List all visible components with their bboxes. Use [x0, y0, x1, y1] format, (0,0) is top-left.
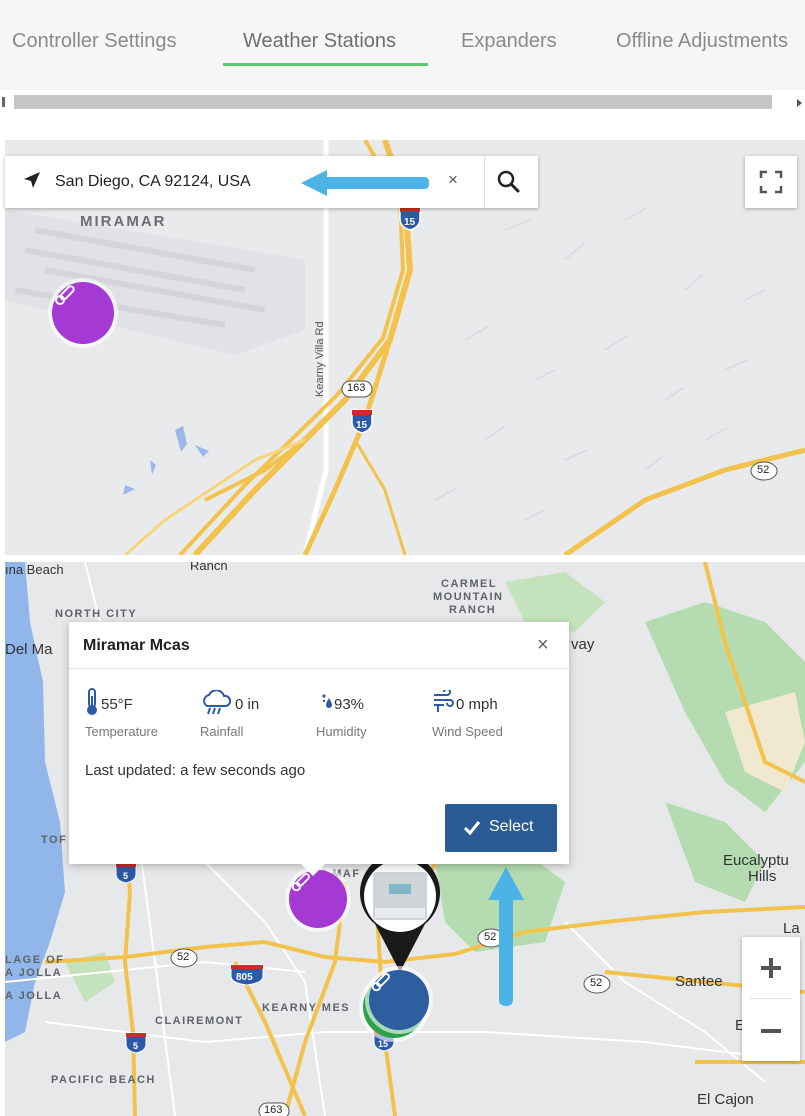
location-search-input[interactable]: San Diego, CA 92124, USA	[55, 173, 251, 191]
shield-5-top-label: 5	[123, 871, 129, 881]
map-label-la-right: La	[783, 920, 800, 937]
scrollbar-thumb[interactable]	[14, 95, 772, 109]
thermometer-icon	[371, 973, 390, 992]
zoom-in-button[interactable]	[742, 937, 800, 999]
map-label-kearny-mesa: KEARNY MES	[262, 1002, 351, 1014]
map-label-clairemont: CLAIREMONT	[155, 1015, 244, 1027]
weather-station-info-popup: Miramar Mcas × 55°F Temperature 0 in Rai…	[69, 622, 569, 864]
shield-805-label: 805	[236, 972, 253, 983]
weather-station-marker-selected[interactable]	[369, 970, 429, 1030]
map-label-el-cajon: El Cajon	[697, 1091, 754, 1108]
fullscreen-button[interactable]	[745, 156, 797, 208]
weather-station-marker[interactable]	[52, 282, 114, 344]
tab-weather-stations[interactable]: Weather Stations	[243, 30, 396, 53]
shield-15-label: 15	[404, 217, 416, 228]
plus-icon	[761, 958, 781, 978]
wind-speed-label: Wind Speed	[432, 724, 503, 739]
map-label-village-la-jolla: A JOLLA	[5, 967, 63, 979]
shield-163-label: 163	[347, 382, 366, 394]
shield-5-bottom-label: 5	[133, 1041, 139, 1051]
select-button-label: Select	[489, 818, 534, 835]
map-label-pacific-beach: PACIFIC BEACH	[51, 1074, 156, 1086]
map-label-kearny-villa-rd: Kearny Villa Rd	[314, 321, 326, 397]
map-label-eucalyptus: Eucalyptu	[723, 852, 789, 869]
zoom-controls	[742, 937, 800, 1061]
shield-15-label-2: 15	[356, 420, 368, 431]
map-label-del-mar: Del Ma	[5, 641, 53, 658]
shield-52-label: 52	[757, 464, 770, 476]
temperature-label: Temperature	[85, 724, 158, 739]
select-station-button[interactable]: Select	[445, 804, 557, 852]
wind-speed-value: 0 mph	[456, 696, 498, 713]
map-label-solana-beach: ına Beach	[5, 562, 64, 577]
location-search-box: San Diego, CA 92124, USA ×	[5, 156, 538, 208]
location-arrow-icon[interactable]	[23, 171, 41, 189]
map-label-la-jolla: A JOLLA	[5, 990, 63, 1002]
search-divider	[484, 156, 485, 208]
map-label-ranch: RANCH	[449, 604, 497, 616]
close-popup-button[interactable]: ×	[537, 634, 549, 657]
rain-cloud-icon	[203, 690, 232, 715]
humidity-value: 93%	[334, 696, 365, 713]
map-label-carmel: CARMEL	[441, 578, 498, 590]
shield-163-bottom-label: 163	[264, 1104, 283, 1116]
scroll-left-arrow-icon[interactable]	[2, 97, 5, 107]
popup-tail	[301, 864, 325, 876]
tab-expanders[interactable]: Expanders	[461, 30, 557, 53]
tab-controller-settings[interactable]: Controller Settings	[12, 30, 177, 53]
map-label-santee: Santee	[675, 973, 723, 990]
search-icon[interactable]	[495, 168, 521, 194]
shield-15-bottom-label: 15	[378, 1039, 389, 1049]
annotation-arrow-left	[301, 170, 429, 196]
map-label-way: vay	[571, 636, 595, 653]
clear-search-button[interactable]: ×	[448, 170, 458, 190]
wind-icon	[434, 690, 454, 712]
popup-divider	[69, 668, 569, 669]
map-label-village-of: LAGE OF	[5, 954, 65, 966]
controller-location-pin-icon[interactable]	[355, 854, 445, 974]
temperature-value: 55°F	[101, 696, 133, 713]
tab-bar: Controller Settings Weather Stations Exp…	[0, 0, 805, 90]
humidity-label: Humidity	[316, 724, 367, 739]
rainfall-label: Rainfall	[200, 724, 244, 739]
annotation-arrow-up	[488, 867, 524, 1006]
scroll-right-arrow-icon[interactable]	[797, 99, 802, 107]
fullscreen-icon	[759, 170, 783, 194]
thermometer-icon	[87, 688, 97, 715]
map-label-north-city: NORTH CITY	[55, 608, 138, 620]
tab-offline-adjustments[interactable]: Offline Adjustments	[616, 30, 788, 53]
shield-52c-label: 52	[590, 977, 603, 989]
rainfall-value: 0 in	[235, 696, 260, 713]
active-tab-indicator	[223, 63, 428, 66]
thermometer-icon	[55, 285, 75, 305]
shield-52a-label: 52	[177, 951, 190, 963]
map-label-hills: Hills	[748, 868, 777, 885]
weather-station-marker-miramar[interactable]	[289, 870, 347, 928]
map-label-mountain: MOUNTAIN	[433, 591, 504, 603]
map-label-ranch-top: Rancn	[190, 562, 228, 573]
station-title: Miramar Mcas	[83, 637, 190, 654]
zoom-out-button[interactable]	[742, 999, 800, 1061]
humidity-drops-icon	[322, 694, 332, 708]
last-updated-text: Last updated: a few seconds ago	[85, 762, 306, 779]
minus-icon	[761, 1029, 781, 1033]
map-label-tor: TOF	[41, 834, 68, 846]
map-label-miramar: MIRAMAR	[80, 213, 167, 230]
checkmark-icon	[463, 821, 481, 836]
